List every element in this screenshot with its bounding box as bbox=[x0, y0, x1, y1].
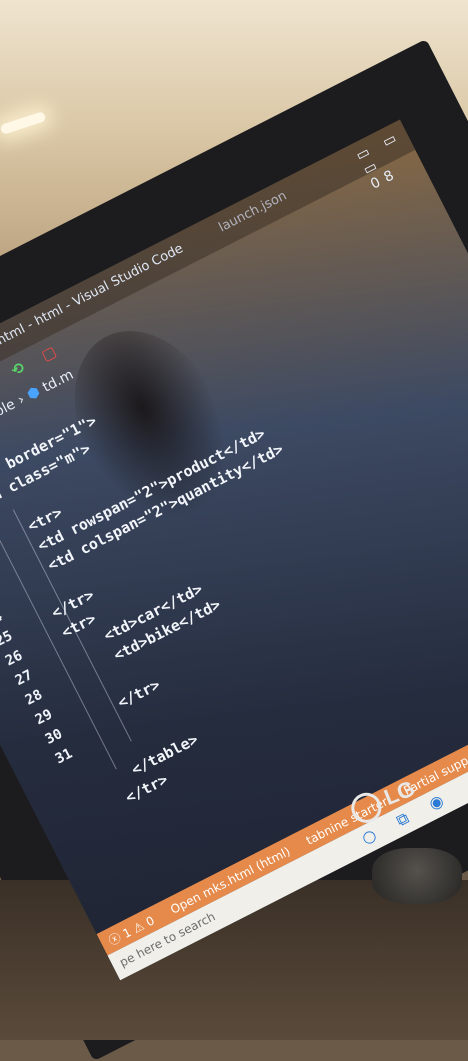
stop-icon[interactable]: ▢ bbox=[38, 342, 59, 364]
monitor-stand bbox=[372, 848, 462, 904]
breadcrumb-separator: › bbox=[15, 391, 28, 409]
breadcrumb-item[interactable]: table bbox=[0, 396, 18, 426]
cube-icon: ⬢ bbox=[24, 383, 43, 404]
restart-icon[interactable]: ⟲ bbox=[8, 358, 27, 380]
breadcrumb-item[interactable]: td.m bbox=[40, 367, 76, 396]
